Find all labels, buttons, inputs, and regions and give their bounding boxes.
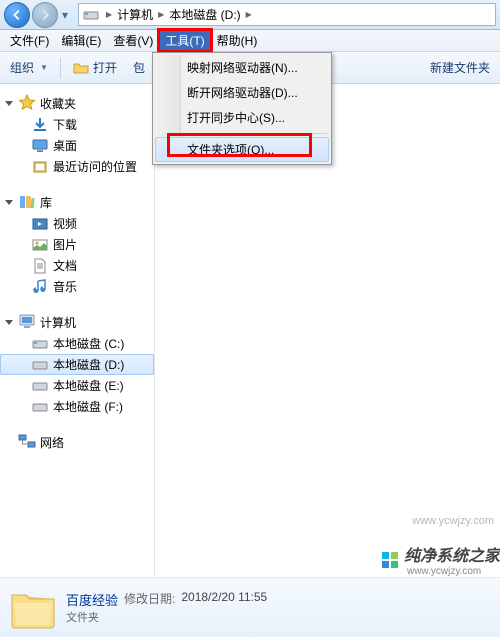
network-group: 网络: [0, 431, 154, 453]
recent-places-icon: [32, 159, 48, 175]
nav-back-button[interactable]: [4, 2, 30, 28]
recent-label: 最近访问的位置: [53, 158, 137, 175]
libraries-icon: [18, 193, 36, 211]
desktop-label: 桌面: [53, 137, 77, 154]
menu-edit[interactable]: 编辑(E): [55, 30, 107, 51]
desktop-icon: [32, 138, 48, 154]
nav-forward-button[interactable]: [32, 2, 58, 28]
menu-view[interactable]: 查看(V): [107, 30, 159, 51]
favorites-label: 收藏夹: [40, 95, 76, 112]
menu-file[interactable]: 文件(F): [4, 30, 55, 51]
folder-open-icon: [73, 60, 89, 76]
network-label: 网络: [40, 434, 64, 451]
sidebar-item-music[interactable]: 音乐: [0, 276, 154, 297]
sidebar-item-drive-f[interactable]: 本地磁盘 (F:): [0, 396, 154, 417]
documents-label: 文档: [53, 257, 77, 274]
sidebar-favorites-header[interactable]: 收藏夹: [0, 92, 154, 114]
chevron-right-icon[interactable]: ▶: [243, 10, 255, 19]
drive-c-label: 本地磁盘 (C:): [53, 335, 124, 352]
sidebar-item-drive-d[interactable]: 本地磁盘 (D:): [0, 354, 154, 375]
toolbar-include[interactable]: 包: [129, 57, 149, 78]
drive-icon: [32, 399, 48, 415]
video-icon: [32, 216, 48, 232]
drive-e-label: 本地磁盘 (E:): [53, 377, 124, 394]
drive-d-label: 本地磁盘 (D:): [53, 356, 124, 373]
sidebar-computer-header[interactable]: 计算机: [0, 311, 154, 333]
sidebar-item-downloads[interactable]: 下载: [0, 114, 154, 135]
toolbar-new-folder-label: 新建文件夹: [430, 59, 490, 76]
drive-f-label: 本地磁盘 (F:): [53, 398, 123, 415]
details-date-label: 修改日期:: [124, 590, 175, 609]
expand-toggle-icon[interactable]: [3, 317, 14, 328]
drive-icon: [32, 357, 48, 373]
menu-separator: [185, 133, 327, 134]
music-icon: [32, 279, 48, 295]
downloads-label: 下载: [53, 116, 77, 133]
details-item-type: 文件夹: [66, 609, 267, 625]
details-date-value: 2018/2/20 11:55: [181, 590, 267, 609]
pictures-label: 图片: [53, 236, 77, 253]
menu-help[interactable]: 帮助(H): [211, 30, 264, 51]
expand-toggle-icon[interactable]: [3, 197, 14, 208]
breadcrumb-location[interactable]: 本地磁盘 (D:): [167, 6, 242, 23]
libraries-group: 库 视频 图片 文档 音乐: [0, 191, 154, 297]
drive-icon: [32, 336, 48, 352]
sidebar-item-drive-c[interactable]: 本地磁盘 (C:): [0, 333, 154, 354]
sidebar-item-documents[interactable]: 文档: [0, 255, 154, 276]
chevron-right-icon[interactable]: ▶: [155, 10, 167, 19]
expand-toggle-icon[interactable]: [3, 98, 14, 109]
nav-history-dropdown[interactable]: ▾: [60, 8, 70, 22]
network-icon: [18, 433, 36, 451]
toolbar-open-label: 打开: [93, 59, 117, 76]
separator: [60, 58, 61, 78]
sidebar-network-header[interactable]: 网络: [0, 431, 154, 453]
navigation-pane: 收藏夹 下载 桌面 最近访问的位置 库 视频: [0, 84, 155, 577]
menu-item-folder-options[interactable]: 文件夹选项(O)...: [155, 137, 329, 162]
sidebar-item-desktop[interactable]: 桌面: [0, 135, 154, 156]
favorites-group: 收藏夹 下载 桌面 最近访问的位置: [0, 92, 154, 177]
toolbar-open[interactable]: 打开: [69, 57, 121, 78]
tools-dropdown-menu: 映射网络驱动器(N)... 断开网络驱动器(D)... 打开同步中心(S)...…: [152, 52, 332, 165]
chevron-down-icon: ▼: [40, 63, 48, 72]
favorites-star-icon: [18, 94, 36, 112]
drive-icon: [83, 7, 99, 23]
music-label: 音乐: [53, 278, 77, 295]
computer-group: 计算机 本地磁盘 (C:) 本地磁盘 (D:) 本地磁盘 (E:) 本地磁盘 (…: [0, 311, 154, 417]
folder-large-icon: [8, 585, 56, 631]
download-icon: [32, 117, 48, 133]
sidebar-libraries-header[interactable]: 库: [0, 191, 154, 213]
breadcrumb: ▶ 计算机 ▶ 本地磁盘 (D:) ▶: [103, 6, 491, 23]
title-bar: ▾ ▶ 计算机 ▶ 本地磁盘 (D:) ▶: [0, 0, 500, 30]
details-pane: 百度经验 修改日期: 2018/2/20 11:55 文件夹: [0, 577, 500, 637]
videos-label: 视频: [53, 215, 77, 232]
pictures-icon: [32, 237, 48, 253]
toolbar-new-folder[interactable]: 新建文件夹: [426, 57, 494, 78]
menu-item-open-sync-center[interactable]: 打开同步中心(S)...: [155, 105, 329, 130]
address-bar[interactable]: ▶ 计算机 ▶ 本地磁盘 (D:) ▶: [78, 3, 496, 26]
chevron-right-icon[interactable]: ▶: [103, 10, 115, 19]
details-item-name: 百度经验: [66, 590, 118, 609]
sidebar-item-pictures[interactable]: 图片: [0, 234, 154, 255]
breadcrumb-computer[interactable]: 计算机: [115, 6, 155, 23]
menu-tools[interactable]: 工具(T): [159, 30, 210, 51]
menu-item-map-network-drive[interactable]: 映射网络驱动器(N)...: [155, 55, 329, 80]
toolbar-organize-label: 组织: [10, 59, 34, 76]
toolbar-organize[interactable]: 组织 ▼: [6, 57, 52, 78]
drive-icon: [32, 378, 48, 394]
sidebar-item-drive-e[interactable]: 本地磁盘 (E:): [0, 375, 154, 396]
computer-label: 计算机: [40, 314, 76, 331]
computer-icon: [18, 313, 36, 331]
sidebar-item-recent[interactable]: 最近访问的位置: [0, 156, 154, 177]
menu-bar: 文件(F) 编辑(E) 查看(V) 工具(T) 帮助(H): [0, 30, 500, 52]
sidebar-item-videos[interactable]: 视频: [0, 213, 154, 234]
toolbar-include-label: 包: [133, 59, 145, 76]
menu-item-disconnect-network-drive[interactable]: 断开网络驱动器(D)...: [155, 80, 329, 105]
documents-icon: [32, 258, 48, 274]
libraries-label: 库: [40, 194, 52, 211]
